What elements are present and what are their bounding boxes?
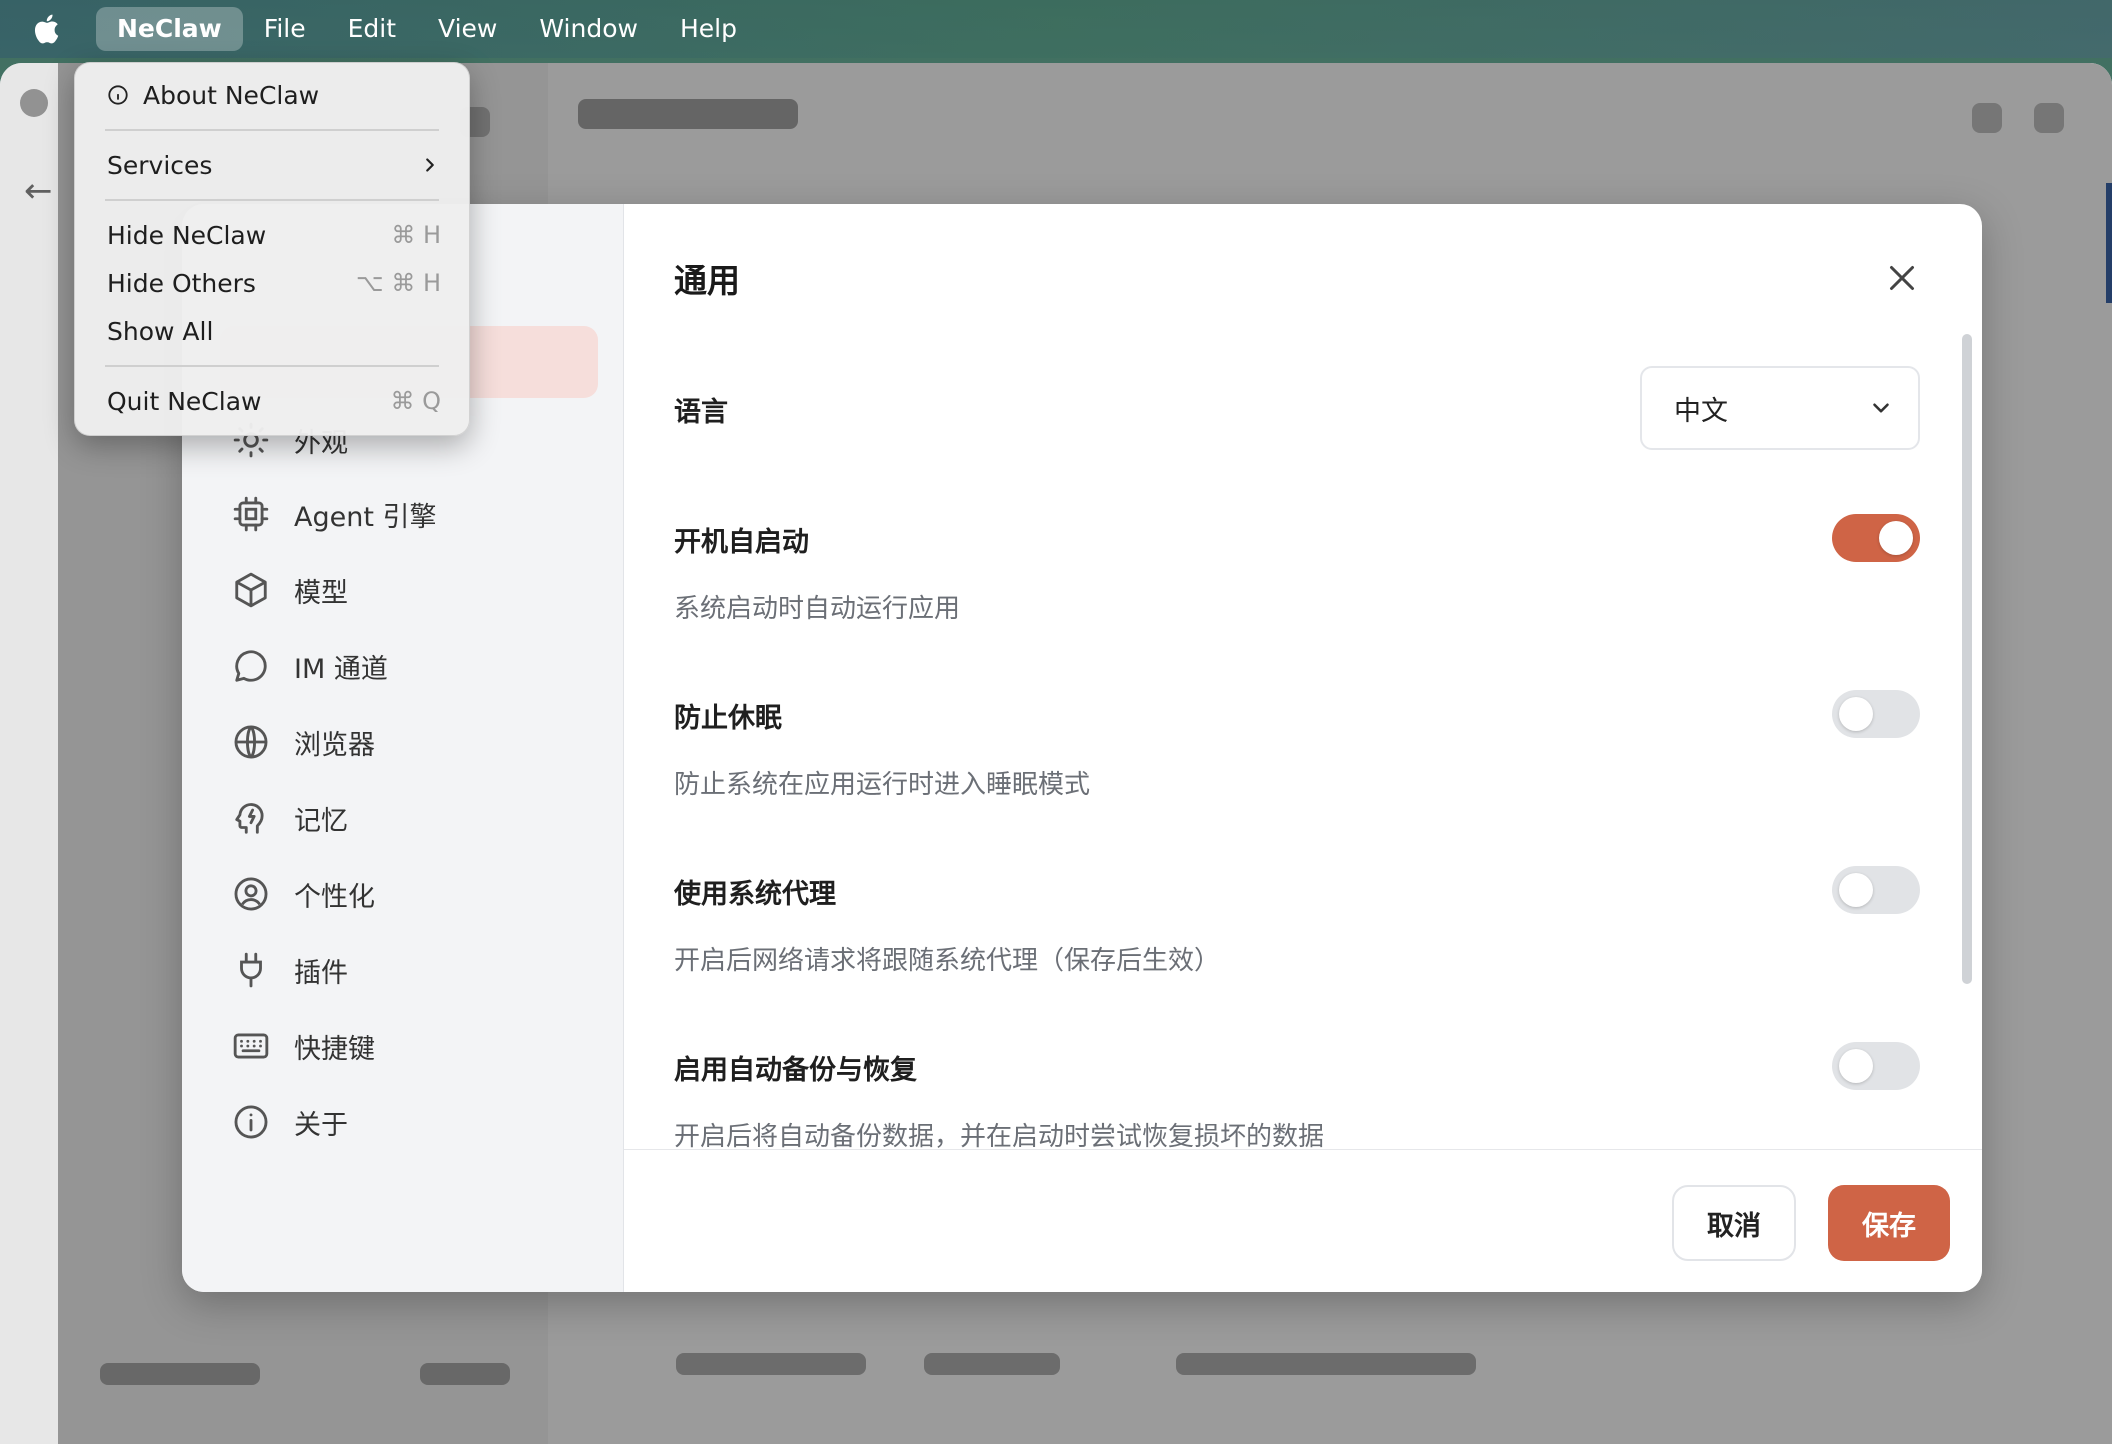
menu-separator (105, 365, 439, 367)
settings-title: 通用 (674, 261, 740, 300)
menubar-help[interactable]: Help (659, 7, 758, 51)
user-circle-icon (234, 877, 268, 911)
settings-nav-label: Agent 引擎 (294, 501, 437, 533)
menu-item-label: Hide Others (107, 268, 256, 298)
apple-logo-icon[interactable] (30, 11, 66, 47)
settings-nav-label: 快捷键 (294, 1033, 375, 1065)
auto-backup-description: 开启后将自动备份数据，并在启动时尝试恢复损坏的数据 (674, 1122, 1325, 1152)
modal-backdrop-strip (0, 63, 58, 1444)
menu-shortcut: ⌥ ⌘ H (356, 269, 441, 297)
settings-nav-item-agent-engine[interactable]: Agent 引擎 (232, 486, 437, 542)
menu-item-label: Quit NeClaw (107, 386, 262, 416)
settings-nav-item-personalization[interactable]: 个性化 (232, 866, 375, 922)
menu-item-label: Services (107, 150, 213, 180)
save-button[interactable]: 保存 (1828, 1185, 1950, 1261)
settings-nav-item-browser[interactable]: 浏览器 (232, 714, 375, 770)
menubar-view[interactable]: View (417, 7, 518, 51)
menubar-app-name[interactable]: NeClaw (96, 7, 243, 51)
settings-nav-item-shortcuts[interactable]: 快捷键 (232, 1018, 375, 1074)
language-select[interactable]: 中文 (1640, 366, 1920, 450)
auto-backup-label: 启用自动备份与恢复 (674, 1055, 917, 1086)
menu-item-label: About NeClaw (143, 80, 320, 110)
settings-nav-label: 关于 (294, 1109, 348, 1141)
settings-nav-label: 记忆 (294, 805, 348, 837)
cube-icon (235, 572, 267, 608)
menu-item-hide-others[interactable]: Hide Others ⌥ ⌘ H (107, 261, 441, 305)
globe-icon (234, 725, 268, 759)
language-label: 语言 (674, 397, 728, 428)
cancel-button[interactable]: 取消 (1672, 1185, 1796, 1261)
chevron-right-icon (426, 158, 434, 172)
system-proxy-toggle[interactable] (1832, 866, 1920, 914)
info-icon (108, 85, 128, 105)
toggle-knob (1839, 873, 1873, 907)
settings-nav-item-model[interactable]: 模型 (232, 562, 348, 618)
system-proxy-label: 使用系统代理 (674, 879, 836, 910)
menu-item-label: Hide NeClaw (107, 220, 267, 250)
close-icon[interactable] (1884, 260, 1920, 296)
cpu-icon (233, 496, 269, 532)
chevron-down-icon (1873, 403, 1889, 413)
menu-item-show-all[interactable]: Show All (107, 309, 441, 353)
prevent-sleep-label: 防止休眠 (674, 703, 782, 734)
prevent-sleep-toggle[interactable] (1832, 690, 1920, 738)
settings-scrollbar[interactable] (1962, 334, 1972, 984)
settings-nav-item-memory[interactable]: 记忆 (232, 790, 348, 846)
app-menu-dropdown: About NeClaw Services Hide NeClaw ⌘ H Hi… (74, 62, 470, 436)
info-icon (234, 1105, 268, 1139)
menubar-edit[interactable]: Edit (327, 7, 417, 51)
settings-nav-label: 个性化 (294, 881, 375, 913)
settings-nav-item-plugins[interactable]: 插件 (232, 942, 348, 998)
menu-separator (105, 129, 439, 131)
menu-item-services[interactable]: Services (107, 143, 441, 187)
settings-nav-item-about[interactable]: 关于 (232, 1094, 348, 1150)
menu-separator (105, 199, 439, 201)
settings-nav-label: 模型 (294, 577, 348, 609)
brain-icon (235, 803, 264, 834)
plug-icon (240, 952, 262, 988)
toggle-knob (1839, 1049, 1873, 1083)
chat-icon (235, 650, 267, 682)
menubar: NeClaw File Edit View Window Help (0, 0, 2112, 58)
menubar-file[interactable]: File (243, 7, 327, 51)
autostart-description: 系统启动时自动运行应用 (674, 594, 961, 624)
autostart-toggle[interactable] (1832, 514, 1920, 562)
language-select-value: 中文 (1674, 395, 1728, 427)
auto-backup-toggle[interactable] (1832, 1042, 1920, 1090)
menubar-window[interactable]: Window (518, 7, 659, 51)
autostart-label: 开机自启动 (674, 527, 809, 558)
settings-nav-label: 插件 (294, 957, 348, 989)
settings-footer: 取消 保存 (624, 1149, 1982, 1292)
settings-nav-label: 浏览器 (294, 729, 375, 761)
settings-content: 通用 语言 中文 开机自启动 系统启动时自动运行应用 防止休眠 防止系统在应用运… (624, 204, 1982, 1152)
settings-nav-label: IM 通道 (294, 653, 388, 685)
menu-item-label: Show All (107, 316, 214, 346)
system-proxy-description: 开启后网络请求将跟随系统代理（保存后生效） (674, 946, 1221, 976)
menu-item-about[interactable]: About NeClaw (107, 73, 441, 117)
settings-nav-item-im-channel[interactable]: IM 通道 (232, 638, 388, 694)
prevent-sleep-description: 防止系统在应用运行时进入睡眠模式 (674, 770, 1091, 800)
keyboard-icon (233, 1033, 269, 1059)
menu-shortcut: ⌘ H (391, 221, 441, 249)
toggle-knob (1879, 521, 1913, 555)
menu-item-quit[interactable]: Quit NeClaw ⌘ Q (107, 379, 441, 423)
toggle-knob (1839, 697, 1873, 731)
menu-item-hide[interactable]: Hide NeClaw ⌘ H (107, 213, 441, 257)
menu-shortcut: ⌘ Q (390, 387, 441, 415)
